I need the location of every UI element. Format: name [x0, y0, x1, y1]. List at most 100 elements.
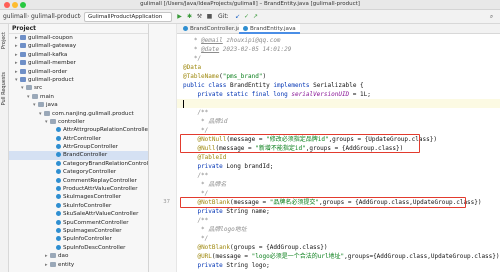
left-tool-window-bar: Project Pull Requests	[0, 24, 9, 272]
tree-item[interactable]: CommentReplayController	[9, 177, 148, 185]
code-line[interactable]: * @email zhouxipi@qq.com	[183, 36, 281, 45]
class-icon	[56, 244, 61, 250]
tree-item-label: gulimall-product	[28, 76, 74, 83]
code-line[interactable]: private String name;	[183, 207, 269, 216]
tree-item[interactable]: ▸ gulimall-kafka	[9, 51, 148, 59]
tree-item[interactable]: ▸ gulimall-order	[9, 68, 148, 76]
class-icon	[56, 169, 61, 175]
code-token: private	[197, 208, 227, 215]
code-line[interactable]: @NotBlank(groups = {AddGroup.class})	[183, 243, 328, 252]
tree-item[interactable]: ProductAttrValueController	[9, 185, 148, 193]
code-line[interactable]: @TableName("pms_brand")	[183, 72, 266, 81]
tree-item[interactable]: ▾ com.nanjing.gulimall.product	[9, 110, 148, 118]
run-icon[interactable]: ▶	[176, 13, 183, 20]
tree-item[interactable]: AttrController	[9, 135, 148, 143]
code-line[interactable]: @Data	[183, 63, 201, 72]
tree-item[interactable]: SkuSaleAttrValueController	[9, 210, 148, 218]
tree-item-label: SkuInfoController	[63, 202, 112, 209]
tree-item[interactable]: ▸ gulimall-coupon	[9, 34, 148, 42]
tree-item[interactable]: ▸ dao	[9, 252, 148, 260]
code-token: (groups = {AddGroup.class})	[229, 244, 328, 251]
tree-item[interactable]: SpuCommentController	[9, 219, 148, 227]
tree-item[interactable]: AttrGroupController	[9, 143, 148, 151]
project-tool-tab[interactable]: Project	[1, 32, 7, 49]
tree-item-label: AttrAttrgroupRelationController	[63, 127, 149, 134]
project-tree: ▸ gulimall-coupon ▸ gulimall-gateway ▸ gulima…	[9, 34, 148, 269]
tree-item[interactable]: SkuInfoController	[9, 202, 148, 210]
module-icon	[20, 35, 26, 40]
build-icon[interactable]: ⚒	[196, 13, 203, 20]
code-token: serialVersionUID	[291, 91, 350, 98]
code-token: ,groups={AddGroup.class,UpdateGroup.clas…	[344, 253, 500, 260]
tree-item[interactable]: SkuImagesController	[9, 193, 148, 201]
debug-icon[interactable]: ✱	[186, 13, 193, 20]
tree-item[interactable]: AttrAttrgroupRelationController	[9, 126, 148, 134]
tree-item-label: AttrGroupController	[63, 144, 118, 151]
tree-item[interactable]: ▾ java	[9, 101, 148, 109]
tree-item[interactable]: ▾ controller	[9, 118, 148, 126]
tree-item[interactable]: SpuImagesController	[9, 227, 148, 235]
tree-item[interactable]: SpuInfoController	[9, 235, 148, 243]
code-token: * 品牌logo地址	[183, 226, 247, 233]
code-line[interactable]: /**	[183, 216, 208, 225]
code-line[interactable]: private static final long serialVersionU…	[183, 90, 371, 99]
breadcrumb-separator: ›	[79, 13, 82, 20]
annotation-highlight-box	[180, 134, 420, 153]
tree-item[interactable]: CategoryBrandRelationController	[9, 160, 148, 168]
code-line[interactable]: private Long brandId;	[183, 162, 273, 171]
tree-item[interactable]: ▾ src	[9, 84, 148, 92]
code-line[interactable]: * 品牌名	[183, 180, 226, 189]
tree-item[interactable]: ▾ main	[9, 93, 148, 101]
code-line[interactable]: * @date 2023-02-05 14:01:29	[183, 45, 292, 54]
code-token: @TableName	[183, 73, 220, 80]
tree-item[interactable]: ▸ entity	[9, 261, 148, 269]
code-token: private	[197, 262, 227, 269]
window-title: gulimall [/Users/Java/IdeaProjects/gulim…	[140, 1, 360, 7]
run-configuration-select[interactable]: GulimallProductApplication	[84, 12, 172, 22]
stop-icon[interactable]: ■	[206, 13, 213, 20]
code-line[interactable]: * 品牌id	[183, 117, 227, 126]
tab-label: BrandEntity.java	[250, 25, 296, 32]
folder-icon	[50, 261, 56, 267]
git-commit-icon[interactable]: ✓	[243, 13, 250, 20]
tree-item[interactable]: BrandController	[9, 151, 148, 160]
editor-gutter	[149, 24, 177, 272]
code-line[interactable]: private String logo;	[183, 261, 269, 270]
code-token: /**	[183, 109, 209, 116]
code-line[interactable]: * 品牌logo地址	[183, 225, 247, 234]
title-bar: gulimall [/Users/Java/IdeaProjects/gulim…	[0, 0, 500, 10]
code-line[interactable]: /**	[183, 108, 208, 117]
tree-item[interactable]: CategoryController	[9, 168, 148, 176]
text-caret	[183, 99, 184, 108]
pull-requests-tool-tab[interactable]: Pull Requests	[1, 72, 7, 105]
tree-item[interactable]: ▸ gulimall-gateway	[9, 42, 148, 50]
class-icon	[56, 227, 61, 233]
code-line[interactable]: */	[183, 54, 201, 63]
code-line[interactable]: public class BrandEntity implements Seri…	[183, 81, 364, 90]
tree-item-label: src	[34, 85, 43, 92]
search-icon[interactable]: ⌕	[488, 13, 495, 20]
git-push-icon[interactable]: ↗	[252, 13, 259, 20]
module-icon	[20, 76, 26, 82]
git-update-icon[interactable]: ↙	[234, 13, 241, 20]
tree-item-label: SkuImagesController	[63, 194, 122, 201]
code-line[interactable]: /**	[183, 171, 208, 180]
code-token: BrandEntity	[229, 82, 274, 89]
tab-brand-entity[interactable]: BrandEntity.java	[239, 24, 300, 34]
breadcrumb-module[interactable]: gulimall-product	[31, 13, 80, 20]
tree-item[interactable]: ▾ gulimall-product	[9, 76, 148, 84]
code-token: "logo必须是一个合法的url地址"	[251, 253, 345, 260]
code-line[interactable]: */	[183, 234, 208, 243]
code-token: = 1L;	[349, 91, 371, 98]
tree-item-label: SpuImagesController	[63, 227, 122, 234]
tree-item[interactable]: ▸ gulimall-member	[9, 59, 148, 67]
code-line[interactable]: @URL(message = "logo必须是一个合法的url地址",group…	[183, 252, 500, 261]
line-number: 37	[163, 199, 170, 205]
class-icon	[56, 177, 61, 183]
tree-item[interactable]: SpuInfoDescController	[9, 244, 148, 252]
code-token: @date	[201, 46, 220, 53]
breadcrumb-gulimall[interactable]: gulimall	[3, 13, 27, 20]
code-line[interactable]: @TableId	[183, 153, 226, 162]
